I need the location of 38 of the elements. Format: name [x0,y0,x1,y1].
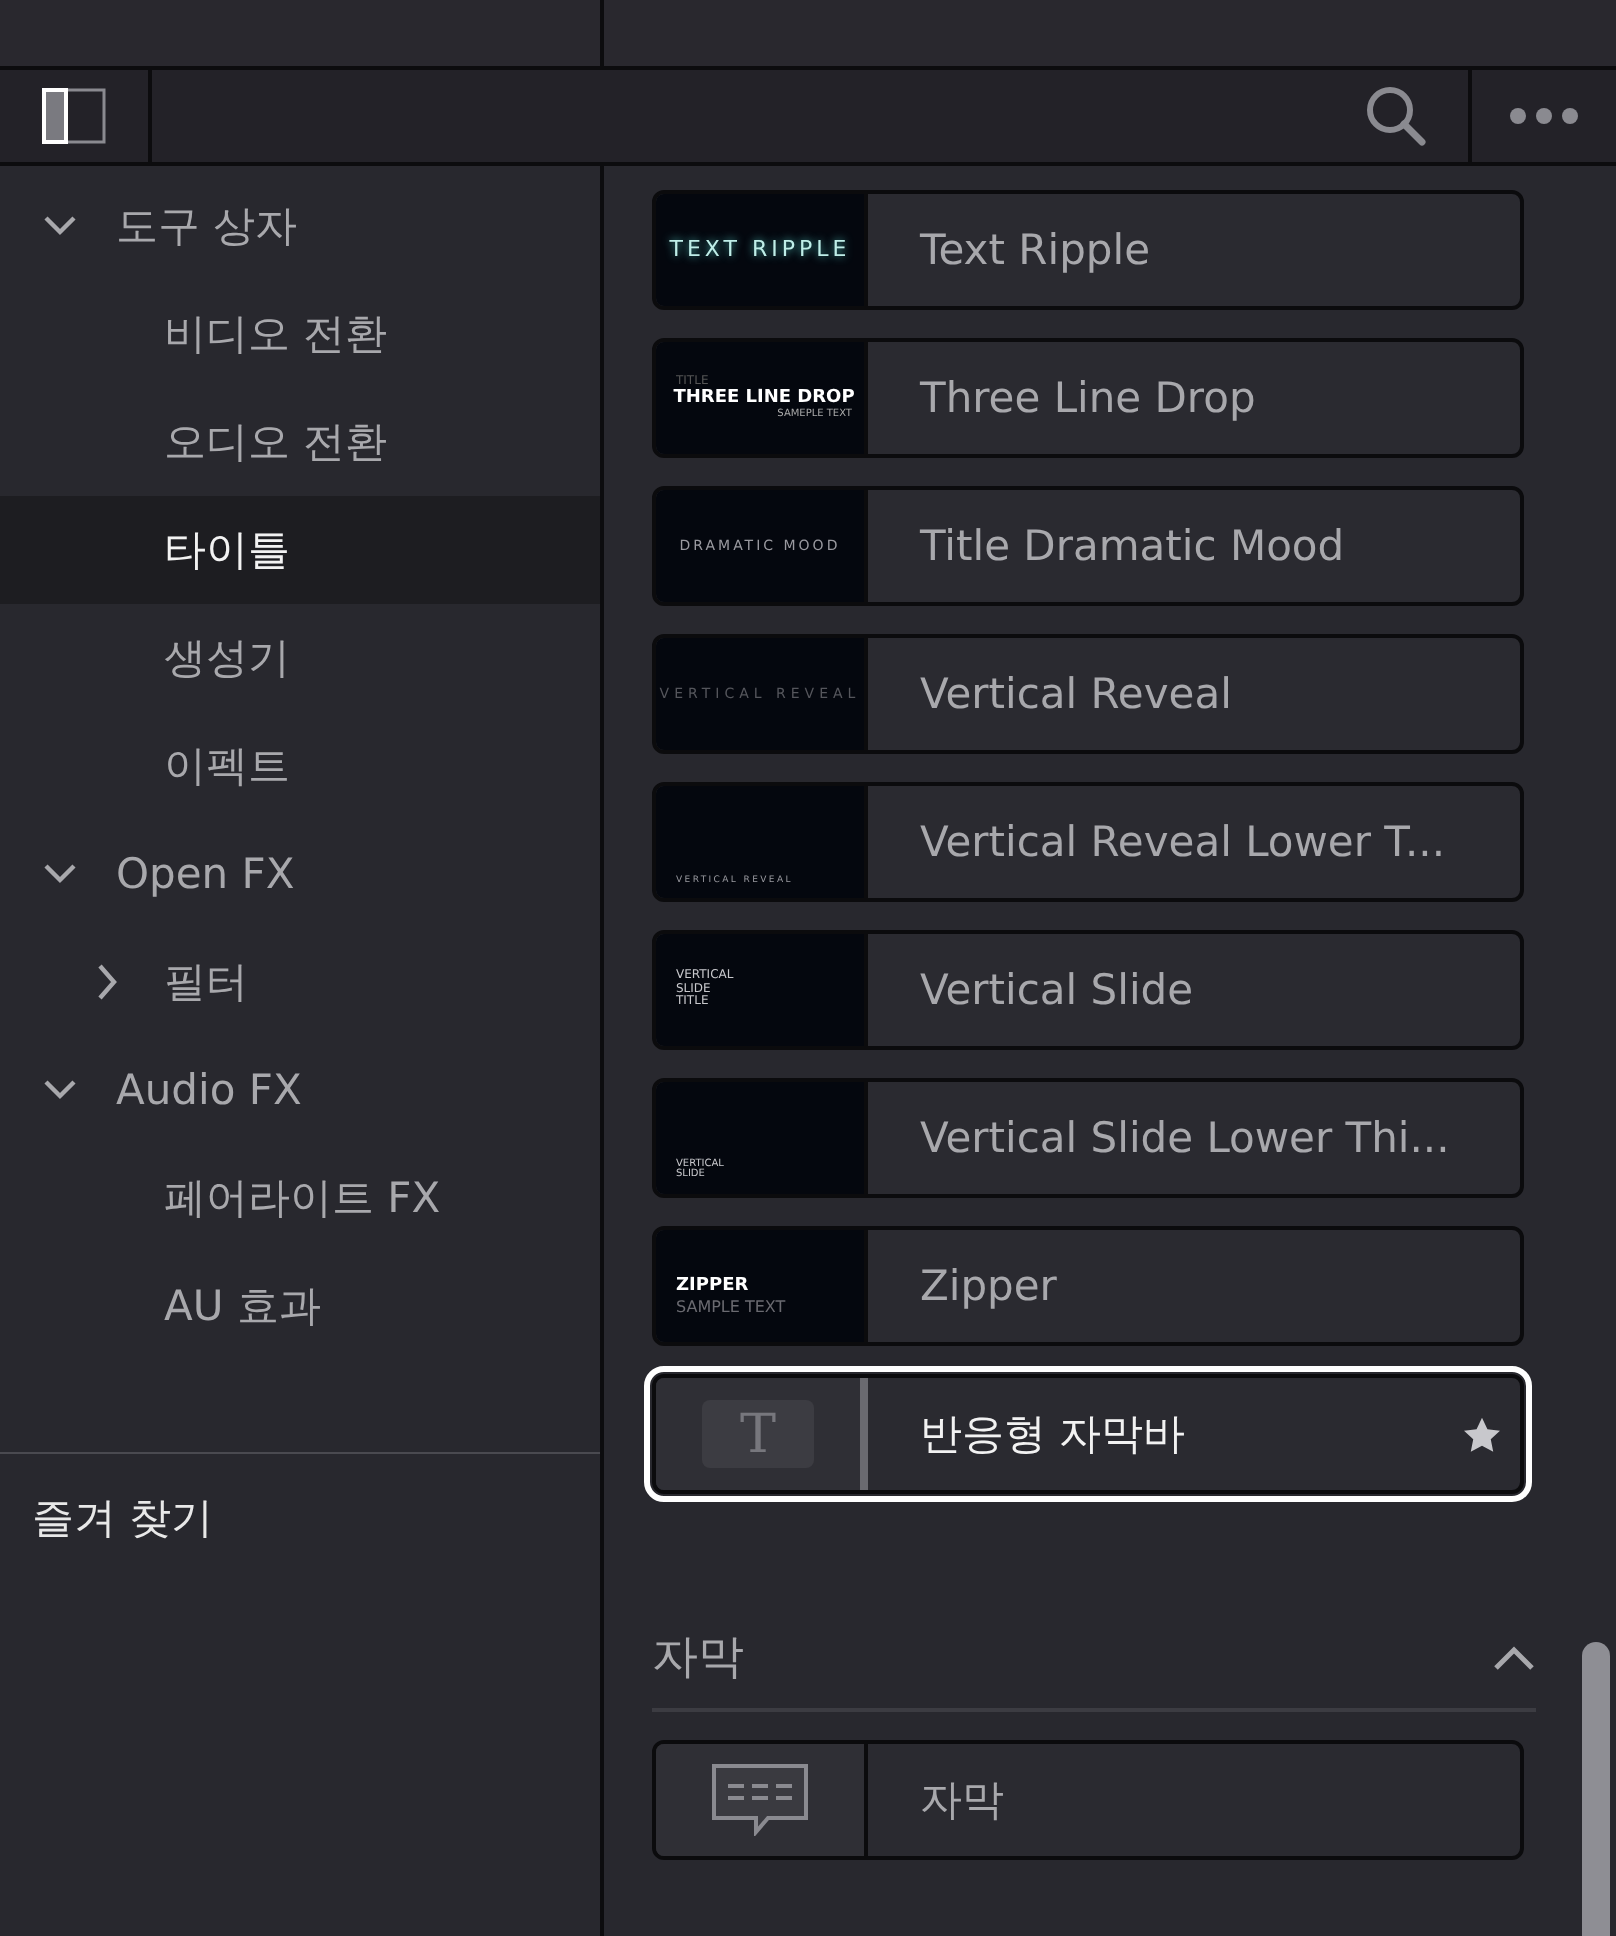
sidebar-toggle-icon[interactable] [42,88,106,144]
title-text-icon: T [702,1400,814,1468]
effect-name: Vertical Slide Lower Thi... [918,1112,1452,1166]
effect-name: Title Dramatic Mood [918,520,1347,574]
effect-item[interactable]: ZIPPER SAMPLE TEXT Zipper [652,1226,1524,1346]
search-icon[interactable] [1364,84,1428,148]
tree-item[interactable]: Open FX [0,820,600,928]
tree-item[interactable]: 이펙트 [0,712,600,820]
effect-item[interactable]: 자막 [652,1740,1524,1860]
tree-item[interactable]: 생성기 [0,604,600,712]
tree-item[interactable]: 타이틀 [0,496,600,604]
tree-item[interactable]: 페어라이트 FX [0,1144,600,1252]
tree-item[interactable]: 도구 상자 [0,172,600,280]
effect-name: Three Line Drop [918,372,1258,426]
subtitle-icon [712,1764,808,1836]
tree-item[interactable]: Audio FX [0,1036,600,1144]
tree-item[interactable]: AU 효과 [0,1252,600,1360]
scrollbar[interactable] [1582,1642,1610,1936]
thumbnail-text: ZIPPER [676,1276,749,1298]
more-icon[interactable] [1508,106,1580,126]
tree-item[interactable]: 비디오 전환 [0,280,600,388]
effect-item[interactable]: TEXT RIPPLE Text Ripple [652,190,1524,310]
tree-item[interactable]: 필터 [0,928,600,1036]
chevron-up-icon[interactable] [1492,1643,1536,1671]
favorites-label[interactable]: 즐겨 찾기 [0,1454,600,1582]
effect-name: 자막 [918,1774,1006,1828]
effect-name: 반응형 자막바 [918,1408,1188,1462]
thumbnail-text: SAMPLE TEXT [676,1297,786,1316]
tree-item[interactable]: 오디오 전환 [0,388,600,496]
effect-name: Zipper [918,1260,1059,1314]
section-title: 자막 [652,1630,744,1688]
effect-name: Vertical Slide [918,964,1196,1018]
effect-name: Text Ripple [918,224,1152,278]
star-icon[interactable] [1462,1415,1502,1453]
effect-name: Vertical Reveal Lower T... [918,816,1448,870]
effect-name: Vertical Reveal [918,668,1234,722]
thumbnail-text: TEXT RIPPLE [669,237,851,263]
thumbnail-text: THREE LINE DROP [673,388,855,409]
